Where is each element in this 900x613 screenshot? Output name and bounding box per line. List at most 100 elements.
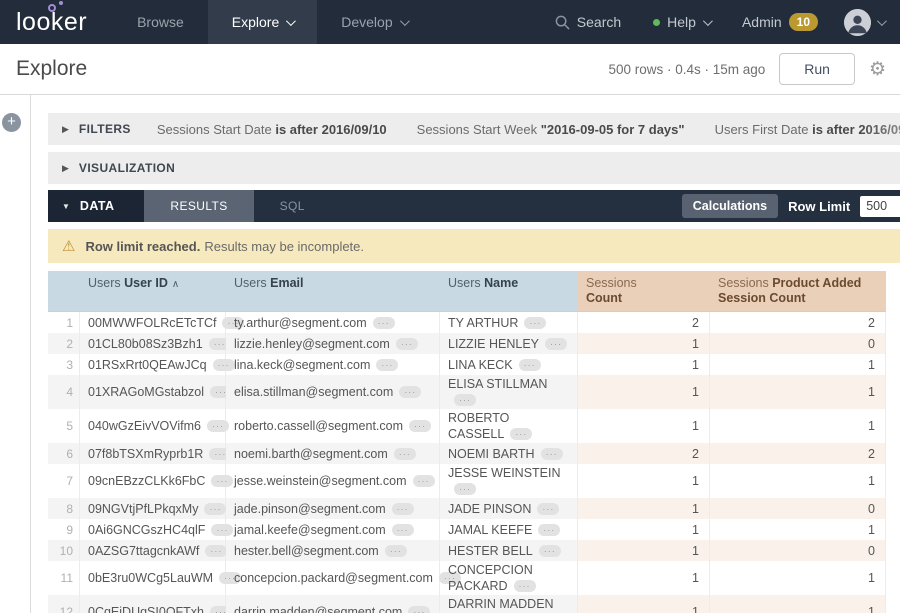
cell-user-id[interactable]: 01XRAGoMGstabzol··· <box>80 375 226 409</box>
user-menu[interactable] <box>834 9 900 36</box>
filter-item[interactable]: Sessions Start Week "2016-09-05 for 7 da… <box>417 122 685 137</box>
cell-sessions-count[interactable]: 2 <box>578 443 710 464</box>
tab-results[interactable]: RESULTS <box>144 190 253 222</box>
column-header-user-id[interactable]: Users User ID∧ <box>80 271 226 311</box>
cell-user-id[interactable]: 040wGzEivVOVifm6··· <box>80 409 226 443</box>
cell-name[interactable]: NOEMI BARTH··· <box>440 443 578 464</box>
cell-menu-icon[interactable]: ··· <box>204 503 226 515</box>
cell-sessions-count[interactable]: 1 <box>578 561 710 595</box>
cell-sessions-count[interactable]: 1 <box>578 333 710 354</box>
cell-name[interactable]: CONCEPCION PACKARD··· <box>440 561 578 595</box>
expand-arrow-icon[interactable]: ▶ <box>62 124 69 135</box>
cell-name[interactable]: JAMAL KEEFE··· <box>440 519 578 540</box>
nav-help[interactable]: Help <box>637 14 726 30</box>
tab-sql[interactable]: SQL <box>254 190 331 222</box>
cell-user-id[interactable]: 07f8bTSXmRyprb1R··· <box>80 443 226 464</box>
cell-menu-icon[interactable]: ··· <box>385 545 407 557</box>
cell-user-id[interactable]: 01CL80b08Sz3Bzh1··· <box>80 333 226 354</box>
cell-email[interactable]: darrin.madden@segment.com··· <box>226 595 440 613</box>
cell-user-id[interactable]: 00MWWFOLRcETcTCf··· <box>80 312 226 333</box>
looker-logo[interactable]: looker <box>0 0 113 44</box>
cell-user-id[interactable]: 0AZSG7ttagcnkAWf··· <box>80 540 226 561</box>
cell-menu-icon[interactable]: ··· <box>454 483 476 495</box>
cell-product-added[interactable]: 0 <box>710 540 886 561</box>
cell-menu-icon[interactable]: ··· <box>392 524 414 536</box>
data-section-toggle[interactable]: ▼ DATA <box>48 190 144 222</box>
cell-user-id[interactable]: 0Ai6GNCGszHC4qlF··· <box>80 519 226 540</box>
filter-item[interactable]: Sessions Start Date is after 2016/09/10 <box>157 122 387 137</box>
cell-email[interactable]: noemi.barth@segment.com··· <box>226 443 440 464</box>
row-limit-input[interactable] <box>860 196 900 217</box>
cell-sessions-count[interactable]: 1 <box>578 519 710 540</box>
cell-product-added[interactable]: 2 <box>710 443 886 464</box>
cell-menu-icon[interactable]: ··· <box>541 448 563 460</box>
cell-menu-icon[interactable]: ··· <box>510 428 532 440</box>
cell-email[interactable]: concepcion.packard@segment.com··· <box>226 561 440 595</box>
cell-name[interactable]: HESTER BELL··· <box>440 540 578 561</box>
gear-icon[interactable]: ⚙ <box>869 60 886 79</box>
nav-search[interactable]: Search <box>539 14 637 30</box>
cell-name[interactable]: ELISA STILLMAN··· <box>440 375 578 409</box>
column-header-name[interactable]: Users Name <box>440 271 578 311</box>
cell-menu-icon[interactable]: ··· <box>454 394 476 406</box>
cell-sessions-count[interactable]: 1 <box>578 464 710 498</box>
cell-menu-icon[interactable]: ··· <box>514 580 536 592</box>
nav-explore[interactable]: Explore <box>208 0 317 44</box>
cell-menu-icon[interactable]: ··· <box>205 545 227 557</box>
cell-sessions-count[interactable]: 1 <box>578 409 710 443</box>
cell-product-added[interactable]: 1 <box>710 375 886 409</box>
cell-menu-icon[interactable]: ··· <box>524 317 546 329</box>
cell-email[interactable]: jade.pinson@segment.com··· <box>226 498 440 519</box>
cell-product-added[interactable]: 1 <box>710 409 886 443</box>
cell-name[interactable]: JADE PINSON··· <box>440 498 578 519</box>
cell-email[interactable]: lizzie.henley@segment.com··· <box>226 333 440 354</box>
cell-name[interactable]: JESSE WEINSTEIN··· <box>440 464 578 498</box>
cell-menu-icon[interactable]: ··· <box>396 338 418 350</box>
cell-menu-icon[interactable]: ··· <box>537 503 559 515</box>
cell-product-added[interactable]: 1 <box>710 561 886 595</box>
cell-product-added[interactable]: 1 <box>710 464 886 498</box>
cell-product-added[interactable]: 0 <box>710 498 886 519</box>
cell-product-added[interactable]: 1 <box>710 595 886 613</box>
cell-email[interactable]: jamal.keefe@segment.com··· <box>226 519 440 540</box>
cell-user-id[interactable]: 09NGVtjPfLPkqxMy··· <box>80 498 226 519</box>
column-header-product-added[interactable]: Sessions Product Added Session Count <box>710 271 886 311</box>
cell-sessions-count[interactable]: 2 <box>578 312 710 333</box>
cell-email[interactable]: roberto.cassell@segment.com··· <box>226 409 440 443</box>
add-field-button[interactable]: + <box>2 113 21 132</box>
cell-menu-icon[interactable]: ··· <box>409 420 431 432</box>
cell-menu-icon[interactable]: ··· <box>539 545 561 557</box>
cell-user-id[interactable]: 0CqEiDUgSI0OFTxh··· <box>80 595 226 613</box>
cell-user-id[interactable]: 01RSxRrt0QEAwJCq··· <box>80 354 226 375</box>
column-header-sessions-count[interactable]: SessionsCount <box>578 271 710 311</box>
cell-menu-icon[interactable]: ··· <box>408 606 430 613</box>
nav-browse[interactable]: Browse <box>113 0 208 44</box>
expand-arrow-icon[interactable]: ▶ <box>62 163 69 174</box>
cell-menu-icon[interactable]: ··· <box>373 317 395 329</box>
filter-item[interactable]: Users First Date is after 2016/09/10 <box>715 122 900 137</box>
cell-product-added[interactable]: 1 <box>710 354 886 375</box>
filters-section-label[interactable]: FILTERS <box>79 122 131 136</box>
cell-menu-icon[interactable]: ··· <box>413 475 435 487</box>
cell-product-added[interactable]: 0 <box>710 333 886 354</box>
nav-admin[interactable]: Admin 10 <box>726 13 834 31</box>
cell-menu-icon[interactable]: ··· <box>394 448 416 460</box>
cell-menu-icon[interactable]: ··· <box>392 503 414 515</box>
cell-name[interactable]: ROBERTO CASSELL··· <box>440 409 578 443</box>
cell-email[interactable]: lina.keck@segment.com··· <box>226 354 440 375</box>
cell-name[interactable]: DARRIN MADDEN··· <box>440 595 578 613</box>
cell-email[interactable]: ty.arthur@segment.com··· <box>226 312 440 333</box>
cell-name[interactable]: LIZZIE HENLEY··· <box>440 333 578 354</box>
cell-sessions-count[interactable]: 1 <box>578 354 710 375</box>
cell-menu-icon[interactable]: ··· <box>376 359 398 371</box>
cell-user-id[interactable]: 09cnEBzzCLKk6FbC··· <box>80 464 226 498</box>
cell-user-id[interactable]: 0bE3ru0WCg5LauWM··· <box>80 561 226 595</box>
cell-name[interactable]: TY ARTHUR··· <box>440 312 578 333</box>
cell-menu-icon[interactable]: ··· <box>519 359 541 371</box>
nav-develop[interactable]: Develop <box>317 0 430 44</box>
cell-sessions-count[interactable]: 1 <box>578 498 710 519</box>
cell-sessions-count[interactable]: 1 <box>578 595 710 613</box>
cell-menu-icon[interactable]: ··· <box>545 338 567 350</box>
cell-email[interactable]: hester.bell@segment.com··· <box>226 540 440 561</box>
cell-name[interactable]: LINA KECK··· <box>440 354 578 375</box>
